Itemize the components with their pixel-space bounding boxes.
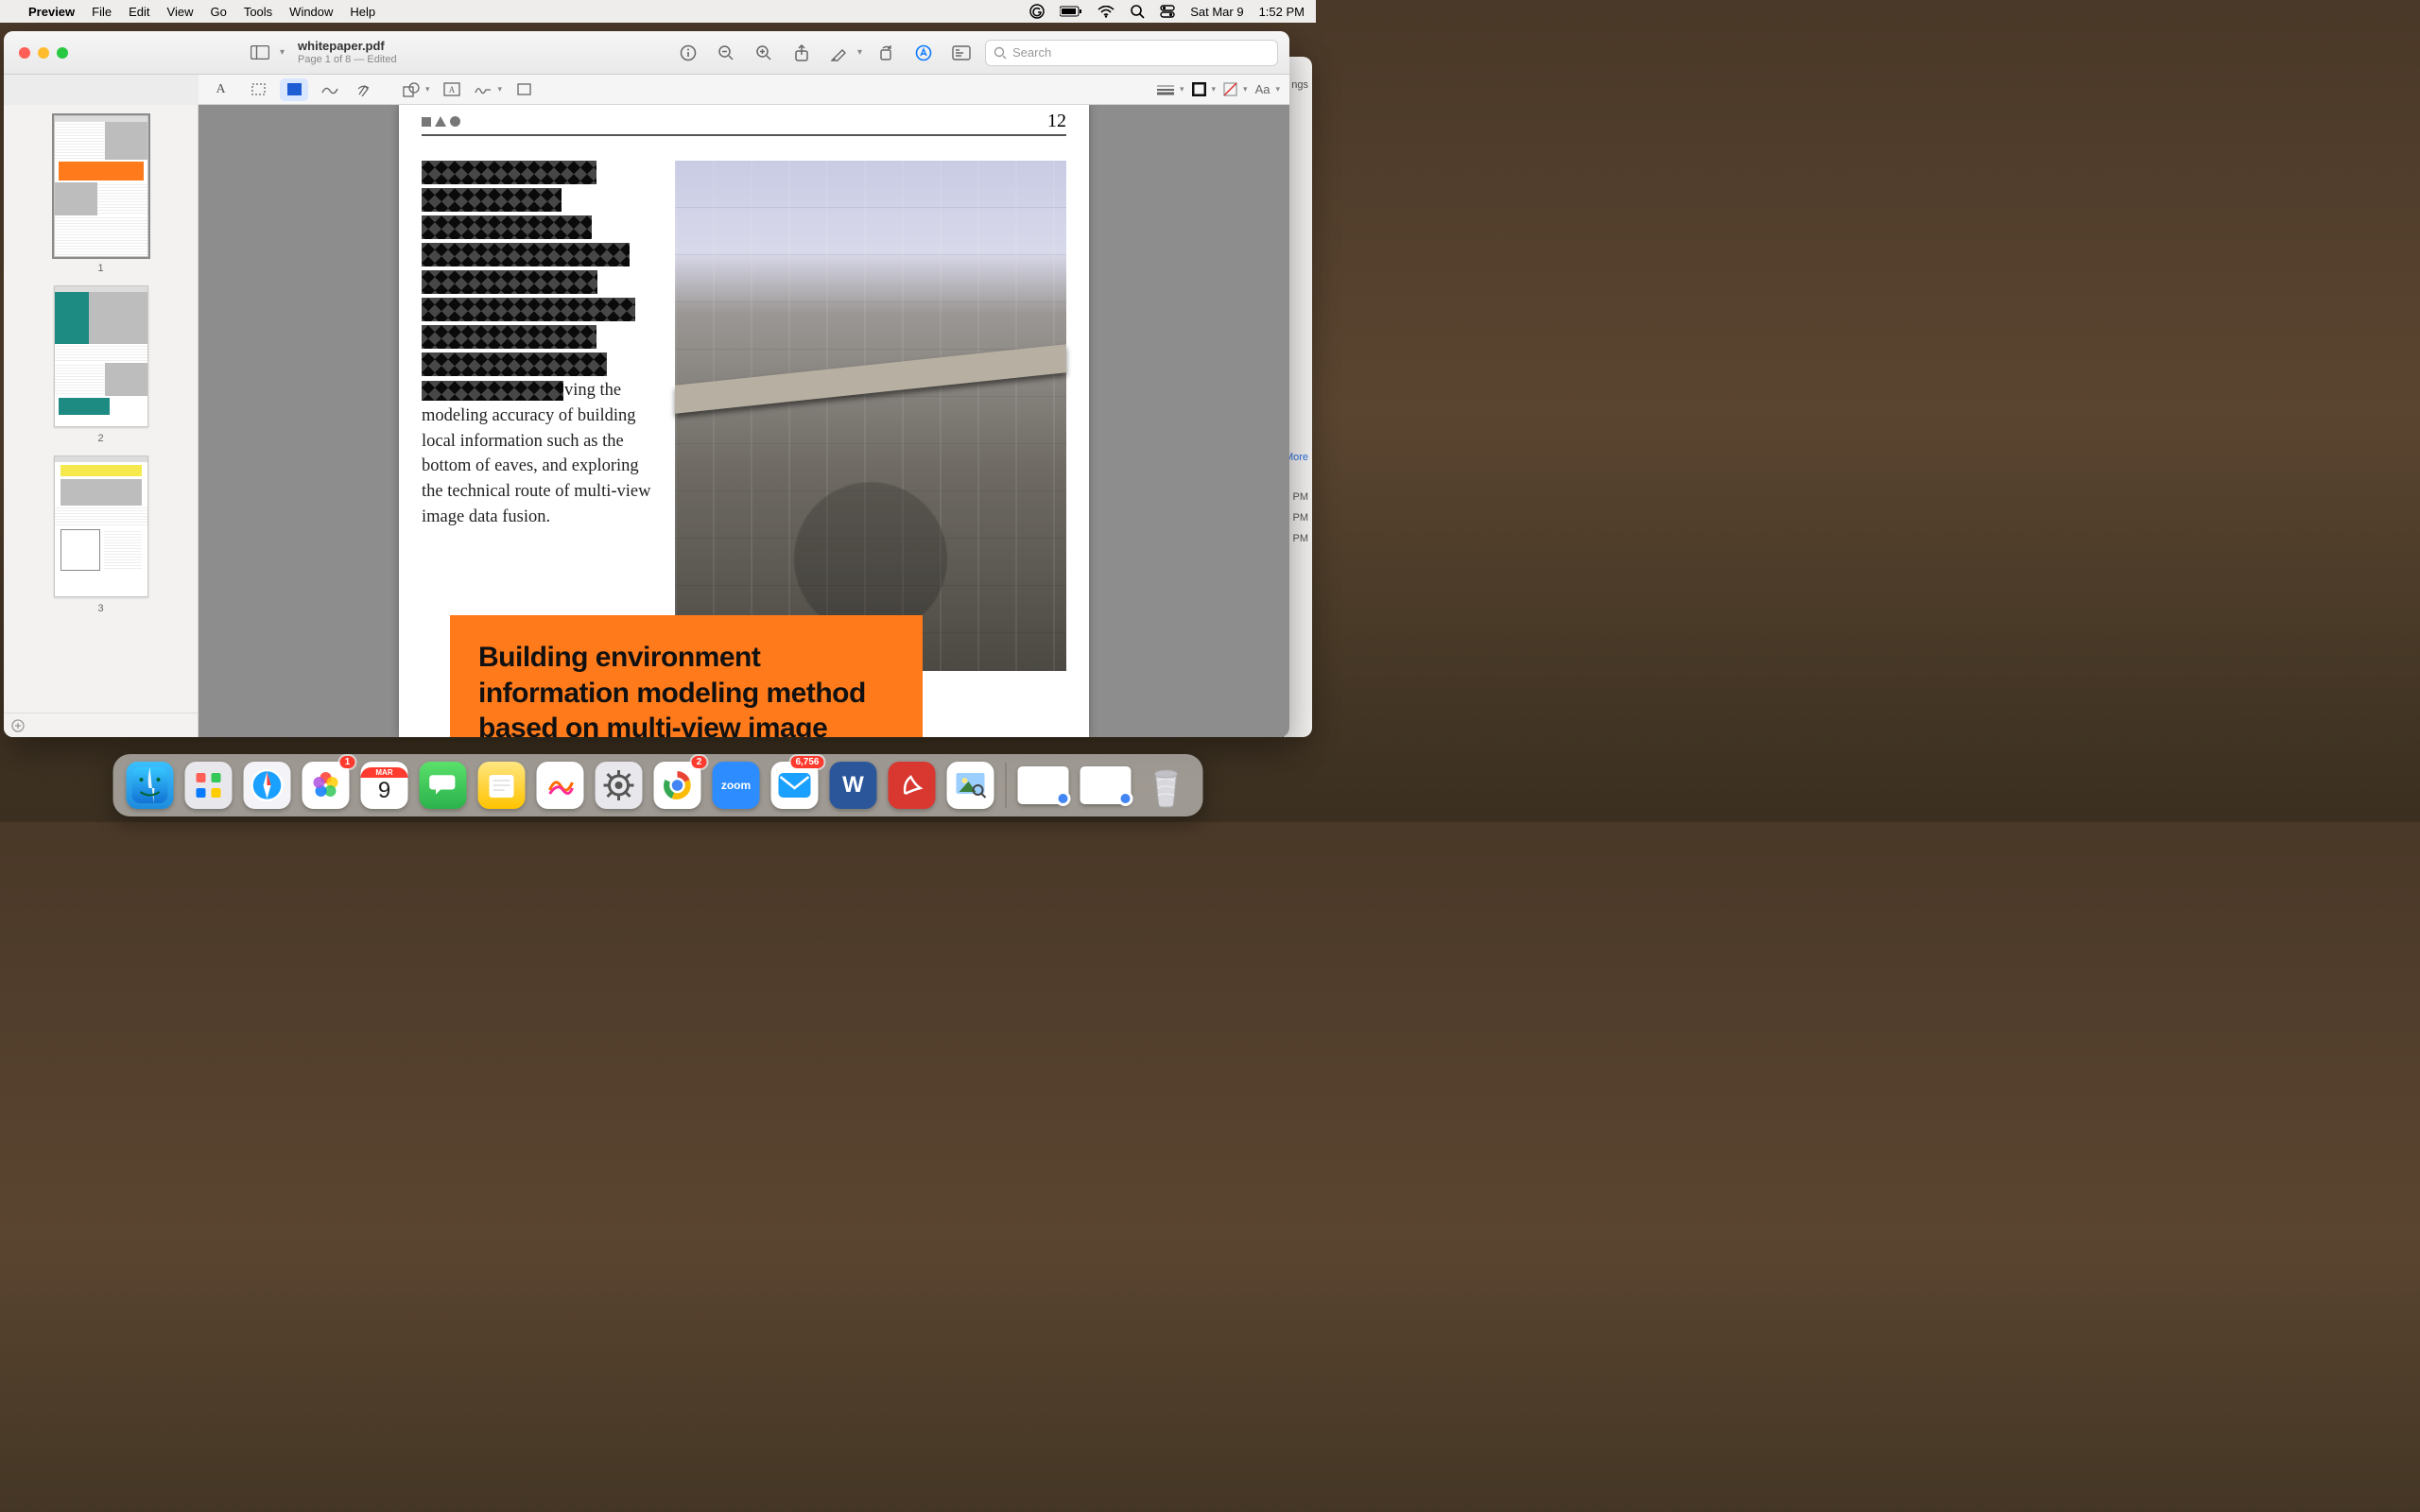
grammarly-icon[interactable] <box>1029 4 1045 19</box>
text-select-tool[interactable]: A <box>208 78 236 101</box>
menubar: Preview File Edit View Go Tools Window H… <box>0 0 1316 23</box>
thumbnail-page-1[interactable]: 1 <box>4 115 198 274</box>
close-button[interactable] <box>19 47 30 59</box>
markup-toolbar: A ▾ A ▾ ▾ ▾ ▾ Aa▾ <box>199 75 1289 105</box>
menu-tools[interactable]: Tools <box>244 5 272 19</box>
redact-tool[interactable] <box>280 78 308 101</box>
menu-file[interactable]: File <box>92 5 112 19</box>
dock-minimized-window-1[interactable] <box>1018 766 1069 804</box>
menu-edit[interactable]: Edit <box>129 5 149 19</box>
bg-tab-fragment: ngs <box>1291 79 1308 91</box>
thumbnail-label: 3 <box>97 603 103 614</box>
form-fill-button[interactable] <box>947 40 976 66</box>
dock-settings[interactable] <box>596 762 643 809</box>
document-viewport[interactable]: 12 ving the <box>199 105 1289 737</box>
redacted-inline <box>422 381 563 401</box>
badge: 6,756 <box>790 756 823 768</box>
dock-notes[interactable] <box>478 762 526 809</box>
battery-icon[interactable] <box>1060 6 1082 17</box>
svg-text:A: A <box>448 85 455 94</box>
menu-help[interactable]: Help <box>350 5 375 19</box>
calendar-month: MAR <box>361 767 408 778</box>
dock-calendar[interactable]: MAR 9 <box>361 762 408 809</box>
markup-button[interactable] <box>909 40 938 66</box>
wifi-icon[interactable] <box>1098 6 1115 18</box>
dock-messages[interactable] <box>420 762 467 809</box>
pdf-page: 12 ving the <box>399 105 1089 737</box>
dock-launchpad[interactable] <box>185 762 233 809</box>
app-name[interactable]: Preview <box>28 5 75 19</box>
menu-view[interactable]: View <box>167 5 194 19</box>
dock-preview[interactable] <box>947 762 994 809</box>
font-style-menu[interactable]: Aa▾ <box>1255 82 1280 96</box>
menubar-time[interactable]: 1:52 PM <box>1259 5 1305 19</box>
dock: 1 MAR 9 2 zoom 6,756 W <box>113 754 1203 816</box>
sidebar-toggle-button[interactable] <box>246 40 274 66</box>
fill-color-menu[interactable]: ▾ <box>1223 82 1248 96</box>
dock-photos[interactable]: 1 <box>302 762 350 809</box>
line-style-menu[interactable]: ▾ <box>1157 84 1184 95</box>
draw-tool[interactable] <box>352 78 380 101</box>
dock-divider <box>1006 763 1007 808</box>
share-button[interactable] <box>787 40 816 66</box>
menubar-date[interactable]: Sat Mar 9 <box>1190 5 1243 19</box>
control-center-icon[interactable] <box>1160 5 1175 18</box>
page-number: 12 <box>1047 111 1066 132</box>
rotate-button[interactable] <box>872 40 900 66</box>
dock-finder[interactable] <box>127 762 174 809</box>
shapes-menu[interactable]: ▾ <box>403 82 430 97</box>
chevron-down-icon[interactable]: ▾ <box>280 47 285 58</box>
redacted-block <box>422 161 658 376</box>
thumbnail-sidebar: whitepaper.pdf 1 <box>4 105 199 737</box>
dock-minimized-window-2[interactable] <box>1080 766 1132 804</box>
thumbnail-page-2[interactable]: 2 <box>4 285 198 444</box>
sketch-tool[interactable] <box>316 78 344 101</box>
sign-menu[interactable]: ▾ <box>474 83 503 96</box>
document-subtitle: Page 1 of 8 — Edited <box>298 54 397 65</box>
dock-acrobat[interactable] <box>889 762 936 809</box>
chevron-down-icon[interactable]: ▾ <box>857 47 862 58</box>
spotlight-icon[interactable] <box>1130 4 1145 19</box>
thumbnail-label: 1 <box>97 263 103 274</box>
dock-trash[interactable] <box>1143 762 1190 809</box>
rect-select-tool[interactable] <box>244 78 272 101</box>
body-paragraph: ving the modeling accuracy of building l… <box>422 378 658 530</box>
header-shapes-icon <box>422 116 460 127</box>
textbox-tool[interactable]: A <box>438 78 466 101</box>
badge: 2 <box>692 756 707 768</box>
add-page-button[interactable] <box>11 719 25 732</box>
dock-word[interactable]: W <box>830 762 877 809</box>
dock-mail[interactable]: 6,756 <box>771 762 819 809</box>
note-tool[interactable] <box>510 78 538 101</box>
thumbnail-label: 2 <box>97 433 103 444</box>
minimize-button[interactable] <box>38 47 49 59</box>
menu-go[interactable]: Go <box>210 5 226 19</box>
menu-window[interactable]: Window <box>289 5 333 19</box>
dock-freeform[interactable] <box>537 762 584 809</box>
zoom-out-button[interactable] <box>712 40 740 66</box>
traffic-lights <box>19 47 68 59</box>
calendar-day: 9 <box>378 778 390 804</box>
dock-chrome[interactable]: 2 <box>654 762 701 809</box>
preview-window: ▾ whitepaper.pdf Page 1 of 8 — Edited ▾ … <box>4 31 1289 737</box>
fullscreen-button[interactable] <box>57 47 68 59</box>
inspector-button[interactable] <box>674 40 702 66</box>
article-heading: Building environment information modelin… <box>450 615 923 737</box>
zoom-in-button[interactable] <box>750 40 778 66</box>
document-title: whitepaper.pdf <box>298 40 397 53</box>
stroke-color-menu[interactable]: ▾ <box>1192 82 1217 96</box>
search-placeholder: Search <box>1012 45 1051 60</box>
titlebar: ▾ whitepaper.pdf Page 1 of 8 — Edited ▾ … <box>4 31 1289 75</box>
dock-safari[interactable] <box>244 762 291 809</box>
hero-image <box>675 161 1066 671</box>
thumbnail-page-3[interactable]: 3 <box>4 455 198 614</box>
highlight-button[interactable] <box>825 40 854 66</box>
badge: 1 <box>340 756 355 768</box>
dock-zoom[interactable]: zoom <box>713 762 760 809</box>
search-input[interactable]: Search <box>985 40 1278 66</box>
